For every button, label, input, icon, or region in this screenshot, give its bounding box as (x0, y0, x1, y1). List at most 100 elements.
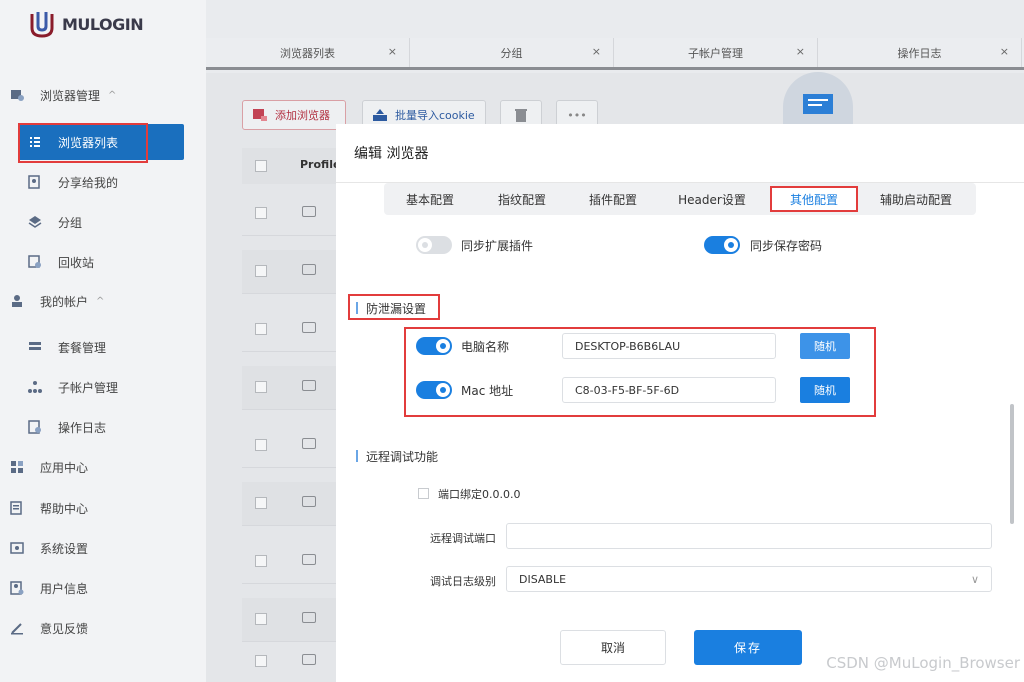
tab-bar: 浏览器列表 × 分组 × 子帐户管理 × 操作日志 × (206, 38, 1024, 70)
close-icon[interactable]: × (592, 45, 601, 58)
sidebar-item-label: 套餐管理 (58, 340, 107, 355)
tab-label: 分组 (500, 46, 523, 60)
help-icon (10, 501, 22, 515)
tab-label: 操作日志 (897, 46, 942, 60)
config-tabs: 基本配置 指纹配置 插件配置 Header设置 其他配置 辅助启动配置 (384, 183, 976, 215)
profile-icon (302, 206, 316, 217)
add-browser-icon (253, 109, 267, 121)
cancel-button[interactable]: 取消 (560, 630, 666, 665)
close-icon[interactable]: × (388, 45, 397, 58)
chevron-up-icon: ^ (108, 89, 117, 101)
close-icon[interactable]: × (796, 45, 805, 58)
chat-bubble-icon[interactable] (783, 72, 853, 132)
account-icon (12, 295, 22, 307)
tab-subaccount[interactable]: 子帐户管理 × (614, 38, 818, 67)
sidebar-item-recycle-bin[interactable]: 回收站 (0, 244, 206, 280)
profile-icon (302, 322, 316, 333)
sidebar-item-groups[interactable]: 分组 (0, 204, 206, 240)
add-browser-button[interactable]: 添加浏览器 (242, 100, 346, 130)
row-checkbox[interactable] (255, 265, 267, 277)
sidebar-item-feedback[interactable]: 意见反馈 (0, 610, 206, 646)
tab-groups[interactable]: 分组 × (410, 38, 614, 67)
mac-address-input[interactable]: C8-03-F5-BF-5F-6D (562, 377, 776, 403)
table-row[interactable] (242, 598, 336, 642)
row-checkbox[interactable] (255, 655, 267, 667)
mac-address-label: Mac 地址 (461, 384, 514, 398)
row-checkbox[interactable] (255, 323, 267, 335)
tab-fingerprint-config[interactable]: 指纹配置 (476, 186, 568, 212)
column-profile: Profile (300, 158, 341, 171)
tab-plugin-config[interactable]: 插件配置 (568, 186, 658, 212)
computer-name-input[interactable]: DESKTOP-B6B6LAU (562, 333, 776, 359)
port-bind-checkbox[interactable] (418, 488, 429, 499)
table-row[interactable] (242, 640, 336, 682)
log-icon (28, 420, 41, 434)
sidebar-item-label: 我的帐户 (40, 294, 89, 309)
sidebar-item-help-center[interactable]: 帮助中心 (0, 490, 206, 526)
log-level-select[interactable]: DISABLE ∨ (506, 566, 992, 592)
row-checkbox[interactable] (255, 497, 267, 509)
sidebar-item-user-info[interactable]: 用户信息 (0, 570, 206, 606)
remote-port-input[interactable] (506, 523, 992, 549)
row-checkbox[interactable] (255, 207, 267, 219)
sidebar-item-package-manage[interactable]: 套餐管理 (0, 329, 206, 365)
profile-icon (302, 496, 316, 507)
sidebar-item-label: 分享给我的 (58, 175, 119, 190)
sidebar-item-system-settings[interactable]: 系统设置 (0, 530, 206, 566)
sync-extensions-toggle[interactable] (416, 236, 452, 254)
layers-icon (28, 216, 42, 228)
table-row[interactable] (242, 482, 336, 526)
sync-passwords-toggle[interactable] (704, 236, 740, 254)
sidebar-item-browser-manage[interactable]: 浏览器管理 ^ (0, 77, 206, 113)
select-all-checkbox[interactable] (255, 160, 267, 172)
computer-name-toggle[interactable] (416, 337, 452, 355)
message-icon (803, 94, 833, 114)
remote-debug-section-title: 远程调试功能 (356, 448, 438, 465)
sidebar-item-operation-log[interactable]: 操作日志 (0, 409, 206, 445)
table-row[interactable] (242, 540, 336, 584)
table-row[interactable] (242, 250, 336, 294)
sidebar-item-my-account[interactable]: 我的帐户 ^ (0, 283, 206, 319)
row-checkbox[interactable] (255, 381, 267, 393)
close-icon[interactable]: × (1000, 45, 1009, 58)
tab-label: 浏览器列表 (280, 46, 335, 60)
sidebar-item-subaccount-manage[interactable]: 子帐户管理 (0, 369, 206, 405)
table-row[interactable] (242, 192, 336, 236)
profile-icon (302, 554, 316, 565)
table-row[interactable] (242, 424, 336, 468)
tab-assist-launch-config[interactable]: 辅助启动配置 (862, 186, 970, 212)
mac-address-toggle[interactable] (416, 381, 452, 399)
profile-icon (302, 264, 316, 275)
subaccount-icon (28, 381, 42, 393)
tab-browser-list[interactable]: 浏览器列表 × (206, 38, 410, 67)
sidebar-item-app-center[interactable]: 应用中心 (0, 449, 206, 485)
computer-name-label: 电脑名称 (461, 340, 510, 354)
logo: MULOGIN (26, 8, 144, 40)
more-icon: ••• (567, 108, 587, 122)
tab-operation-log[interactable]: 操作日志 × (818, 38, 1022, 67)
table-row[interactable] (242, 366, 336, 410)
tab-basic-config[interactable]: 基本配置 (384, 186, 476, 212)
row-checkbox[interactable] (255, 613, 267, 625)
random-computer-name-button[interactable]: 随机 (800, 333, 850, 359)
sidebar-item-label: 帮助中心 (40, 501, 89, 516)
sidebar-item-shared-to-me[interactable]: 分享给我的 (0, 164, 206, 200)
save-button[interactable]: 保存 (694, 630, 802, 665)
package-icon (29, 342, 41, 350)
feedback-icon (11, 623, 23, 635)
profile-icon (302, 612, 316, 623)
scrollbar[interactable] (1010, 404, 1014, 524)
sidebar-item-label: 系统设置 (40, 541, 89, 556)
log-level-label: 调试日志级别 (430, 575, 496, 588)
table-row[interactable] (242, 308, 336, 352)
tab-header-settings[interactable]: Header设置 (658, 186, 766, 212)
row-checkbox[interactable] (255, 555, 267, 567)
sidebar-item-label: 应用中心 (40, 460, 89, 475)
random-mac-address-button[interactable]: 随机 (800, 377, 850, 403)
row-checkbox[interactable] (255, 439, 267, 451)
sync-passwords-label: 同步保存密码 (750, 239, 823, 253)
edit-browser-modal: 编辑 浏览器 基本配置 指纹配置 插件配置 Header设置 其他配置 辅助启动… (336, 124, 1024, 682)
batch-import-label: 批量导入cookie (395, 109, 475, 122)
sidebar-item-browser-list[interactable]: 浏览器列表 (0, 124, 206, 160)
tab-other-config[interactable]: 其他配置 (770, 186, 858, 212)
